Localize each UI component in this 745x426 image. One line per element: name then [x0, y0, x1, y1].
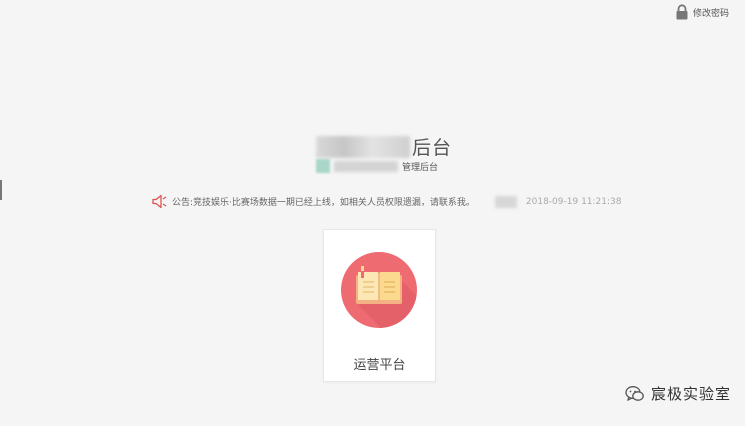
wechat-icon [625, 385, 644, 401]
change-password-label: 修改密码 [692, 8, 729, 19]
book-icon [356, 266, 417, 328]
watermark: 宸极实验室 [625, 383, 731, 404]
subtitle-visible-text: 管理后台 [402, 162, 439, 173]
platform-icon-circle [341, 252, 417, 328]
watermark-text: 宸极实验室 [650, 385, 731, 403]
page-subtitle: 管理后台 [316, 159, 438, 173]
page-title: 后台 [316, 133, 452, 160]
title-redacted-block [316, 135, 410, 158]
title-visible-text: 后台 [412, 137, 453, 159]
left-edge-marker [0, 180, 2, 200]
announcement-author-redacted [494, 195, 517, 208]
platform-label: 运营平台 [353, 358, 406, 373]
announcement-bar: 公告:竞技娱乐·比赛场数据一期已经上线，如相关人员权限遗漏，请联系我。 2018… [151, 193, 622, 210]
lock-icon [676, 4, 688, 20]
speaker-icon [152, 194, 167, 209]
announcement-text: 公告:竞技娱乐·比赛场数据一期已经上线，如相关人员权限遗漏，请联系我。 [172, 198, 475, 208]
subtitle-logo-redacted [316, 159, 330, 173]
announcement-timestamp: 2018-09-19 11:21:38 [525, 196, 622, 207]
change-password-link[interactable]: 修改密码 [675, 4, 729, 20]
platform-card-operations[interactable]: 运营平台 [323, 229, 436, 382]
subtitle-redacted-block [334, 160, 398, 172]
